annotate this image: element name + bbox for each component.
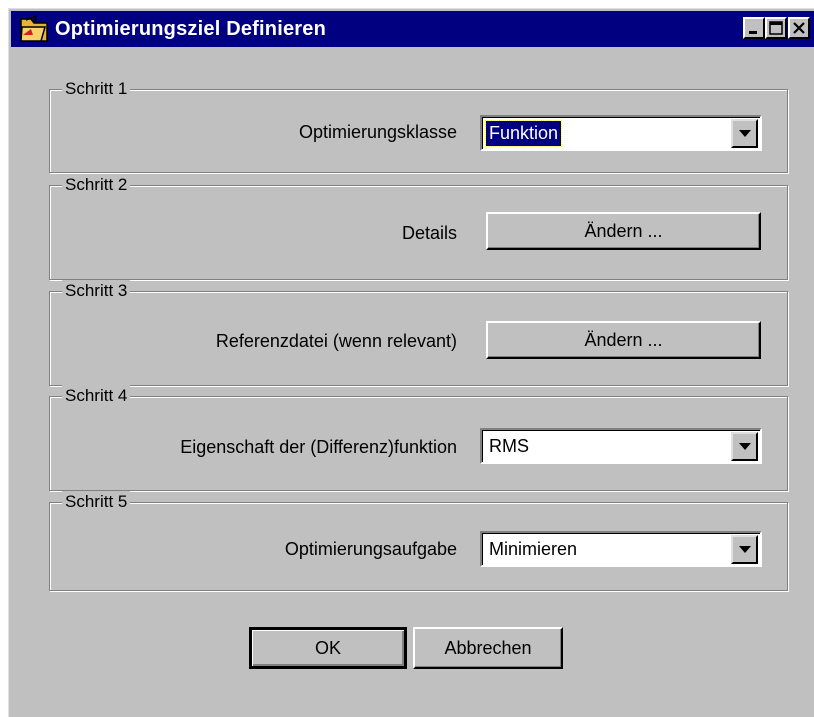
title-bar[interactable]: Optimierungsziel Definieren — [11, 11, 814, 47]
step-1-group: Schritt 1 Optimierungsklasse Funktion — [49, 78, 788, 173]
step-3-legend: Schritt 3 — [62, 280, 131, 302]
minimize-icon — [749, 31, 757, 34]
optimization-class-select[interactable]: Funktion — [480, 115, 762, 151]
step-4-group: Schritt 4 Eigenschaft der (Differenz)fun… — [49, 385, 788, 491]
optimization-task-value: Minimieren — [489, 539, 578, 559]
step-5-legend: Schritt 5 — [62, 491, 131, 513]
close-icon — [793, 22, 805, 34]
window-title: Optimierungsziel Definieren — [55, 18, 327, 40]
ok-button[interactable]: OK — [249, 627, 407, 669]
optimization-task-dropdown-button[interactable] — [731, 535, 758, 564]
maximize-icon — [769, 21, 783, 35]
maximize-button[interactable] — [765, 17, 787, 39]
step-1-legend: Schritt 1 — [62, 78, 131, 100]
optimization-class-label: Optimierungsklasse — [298, 122, 457, 142]
reference-file-change-button[interactable]: Ändern ... — [486, 321, 761, 359]
chevron-down-icon — [739, 130, 751, 137]
chevron-down-icon — [739, 546, 751, 553]
cancel-button[interactable]: Abbrechen — [413, 627, 563, 669]
difference-function-property-select[interactable]: RMS — [480, 428, 762, 464]
optimization-class-dropdown-button[interactable] — [731, 119, 758, 148]
details-label: Details — [401, 223, 457, 243]
step-5-group: Schritt 5 Optimierungsaufgabe Minimieren — [49, 491, 788, 591]
chevron-down-icon — [739, 443, 751, 450]
optimization-task-select[interactable]: Minimieren — [480, 531, 762, 567]
optimization-class-value: Funktion — [484, 120, 563, 147]
details-change-button[interactable]: Ändern ... — [486, 212, 761, 250]
dialog-window: Optimierungsziel Definieren Schritt 1 Op… — [8, 8, 814, 717]
step-3-group: Schritt 3 Referenzdatei (wenn relevant) … — [49, 280, 788, 386]
reference-file-label: Referenzdatei (wenn relevant) — [215, 331, 457, 351]
difference-function-property-value: RMS — [489, 436, 529, 456]
step-2-legend: Schritt 2 — [62, 174, 131, 196]
optimization-task-label: Optimierungsaufgabe — [284, 539, 457, 559]
difference-function-property-dropdown-button[interactable] — [731, 432, 758, 461]
app-icon — [19, 14, 49, 43]
step-2-group: Schritt 2 Details Ändern ... — [49, 174, 788, 280]
difference-function-property-label: Eigenschaft der (Differenz)funktion — [180, 437, 457, 457]
step-4-legend: Schritt 4 — [62, 385, 131, 407]
minimize-button[interactable] — [743, 17, 765, 39]
close-button[interactable] — [788, 17, 810, 39]
